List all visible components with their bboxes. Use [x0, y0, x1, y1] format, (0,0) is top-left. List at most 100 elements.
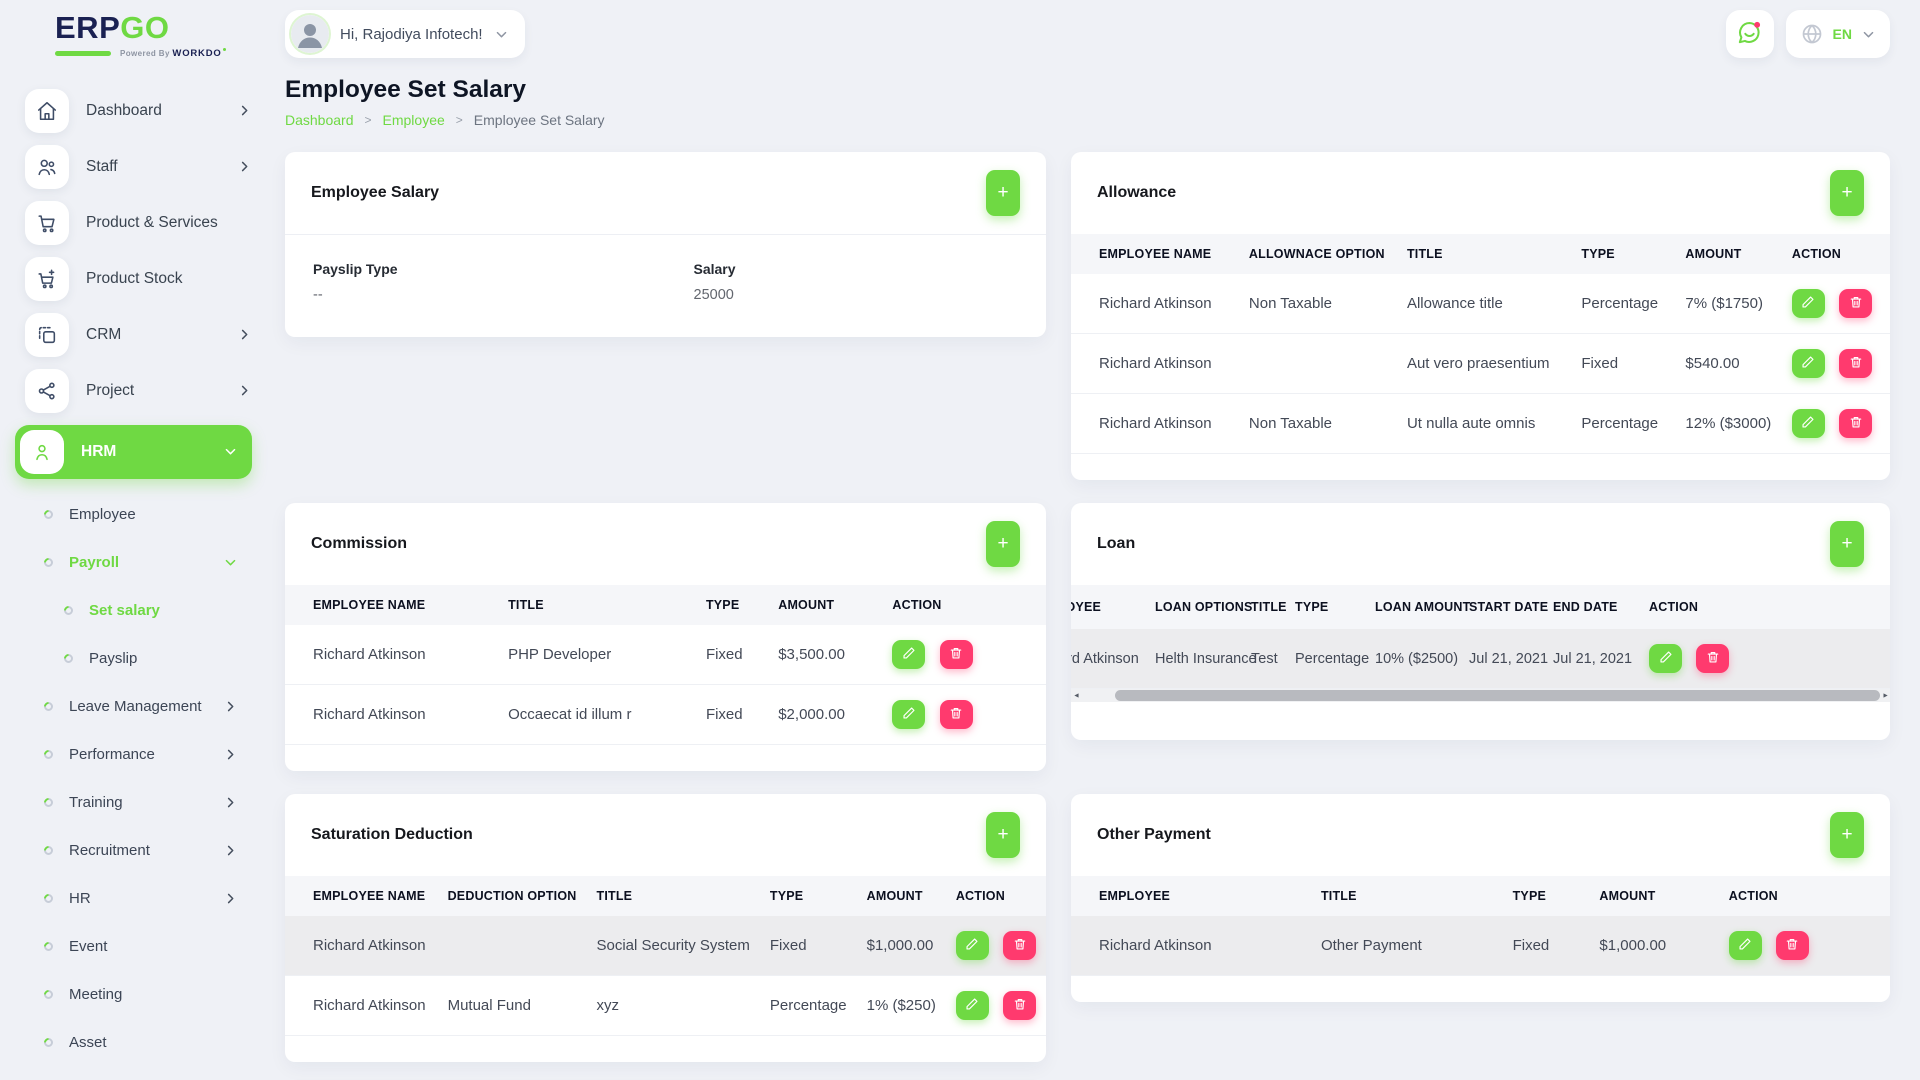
- sidebar-item-asset[interactable]: Asset: [0, 1019, 270, 1067]
- delete-button[interactable]: [1696, 644, 1729, 673]
- column-header: ACTION: [1644, 585, 1890, 629]
- loan-card: Loan + EMPLOYEELOAN OPTIONSTITLETYPELOAN…: [1071, 503, 1890, 740]
- edit-button[interactable]: [956, 991, 989, 1020]
- delete-button[interactable]: [940, 640, 973, 669]
- sidebar-item-payslip[interactable]: Payslip: [0, 635, 270, 683]
- breadcrumb-link-employee[interactable]: Employee: [383, 112, 445, 128]
- sidebar-item-employee[interactable]: Employee: [0, 491, 270, 539]
- column-header: AMOUNT: [1589, 876, 1718, 916]
- sidebar-item-payroll[interactable]: Payroll: [0, 539, 270, 587]
- edit-button[interactable]: [1792, 289, 1825, 318]
- main-content: Hi, Rajodiya Infotech! EN Employee Set S…: [270, 0, 1920, 1080]
- crm-icon: [25, 313, 69, 357]
- add-button[interactable]: +: [986, 812, 1020, 858]
- column-header: TYPE: [1503, 876, 1590, 916]
- sidebar-item-hrm[interactable]: HRM: [15, 425, 252, 479]
- chevron-down-icon: [494, 27, 509, 42]
- brand-dot: [223, 48, 226, 51]
- language-code: EN: [1833, 26, 1852, 42]
- chat-icon: [1736, 19, 1763, 49]
- pencil-icon: [1801, 295, 1815, 312]
- row-actions: [946, 976, 1046, 1036]
- sidebar-item-staff[interactable]: Staff: [25, 145, 252, 189]
- plus-icon: +: [1841, 824, 1852, 846]
- delete-button[interactable]: [940, 700, 973, 729]
- delete-button[interactable]: [1003, 991, 1036, 1020]
- scrollbar-thumb[interactable]: [1115, 690, 1880, 701]
- bullet-icon: [42, 1036, 55, 1049]
- row-actions: [1719, 916, 1890, 976]
- column-header: LOAN AMOUNT: [1370, 585, 1464, 629]
- add-button[interactable]: +: [1830, 521, 1864, 567]
- edit-button[interactable]: [892, 700, 925, 729]
- add-button[interactable]: +: [1830, 170, 1864, 216]
- add-button[interactable]: +: [986, 521, 1020, 567]
- delete-button[interactable]: [1776, 931, 1809, 960]
- edit-button[interactable]: [1729, 931, 1762, 960]
- sidebar-item-crm[interactable]: CRM: [25, 313, 252, 357]
- plus-icon: +: [997, 533, 1008, 555]
- sidebar-item-project[interactable]: Project: [25, 369, 252, 413]
- pencil-icon: [965, 937, 979, 954]
- sidebar-nav: Dashboard Staff Product & Services Produ…: [0, 89, 270, 1067]
- messenger-button[interactable]: [1726, 10, 1774, 58]
- pencil-icon: [1801, 355, 1815, 372]
- edit-button[interactable]: [1792, 349, 1825, 378]
- column-header: DEDUCTION OPTION: [438, 876, 587, 916]
- sidebar-item-recruitment[interactable]: Recruitment: [0, 827, 270, 875]
- cards-grid: Employee Salary + Payslip Type -- Salary…: [285, 152, 1890, 1080]
- column-header: START DATE: [1464, 585, 1548, 629]
- user-menu[interactable]: Hi, Rajodiya Infotech!: [285, 10, 525, 58]
- employee-salary-card: Employee Salary + Payslip Type -- Salary…: [285, 152, 1046, 337]
- column-header: EMPLOYEE NAME: [285, 585, 498, 625]
- brand-logo[interactable]: ERPGO Powered By WORKDO: [0, 12, 270, 59]
- delete-button[interactable]: [1839, 289, 1872, 318]
- sidebar-item-meeting[interactable]: Meeting: [0, 971, 270, 1019]
- language-selector[interactable]: EN: [1786, 10, 1890, 58]
- chevron-right-icon: [237, 383, 252, 398]
- add-button[interactable]: +: [986, 170, 1020, 216]
- column-header: EMPLOYEE: [1071, 876, 1311, 916]
- chevron-right-icon: [223, 891, 238, 906]
- sidebar-item-set-salary[interactable]: Set salary: [0, 587, 270, 635]
- brand-wordmark: ERPGO: [55, 12, 270, 45]
- pencil-icon: [1659, 650, 1673, 667]
- loan-data-table: EMPLOYEELOAN OPTIONSTITLETYPELOAN AMOUNT…: [1071, 585, 1890, 689]
- hrm-submenu: Employee Payroll Set salary Payslip Leav…: [0, 491, 270, 1067]
- trash-icon: [1849, 355, 1863, 372]
- sidebar-item-hr[interactable]: HR: [0, 875, 270, 923]
- breadcrumb-current: Employee Set Salary: [474, 112, 605, 128]
- row-actions: [882, 625, 1046, 685]
- edit-button[interactable]: [1649, 644, 1682, 673]
- column-header: AMOUNT: [1675, 234, 1781, 274]
- sidebar-item-dashboard[interactable]: Dashboard: [25, 89, 252, 133]
- trash-icon: [1706, 650, 1720, 667]
- users-icon: [25, 145, 69, 189]
- trash-icon: [1013, 937, 1027, 954]
- globe-icon: [1800, 22, 1824, 46]
- chevron-right-icon: [223, 843, 238, 858]
- sidebar-item-training[interactable]: Training: [0, 779, 270, 827]
- sidebar-item-leave-management[interactable]: Leave Management: [0, 683, 270, 731]
- delete-button[interactable]: [1839, 409, 1872, 438]
- edit-button[interactable]: [1792, 409, 1825, 438]
- sidebar-item-product-services[interactable]: Product & Services: [25, 201, 252, 245]
- commission-data-table: EMPLOYEE NAMETITLETYPEAMOUNTACTIONRichar…: [285, 585, 1046, 745]
- sidebar-item-event[interactable]: Event: [0, 923, 270, 971]
- horizontal-scrollbar[interactable]: [1071, 689, 1890, 702]
- cart-icon: [25, 201, 69, 245]
- table-row: Richard AtkinsonNon TaxableAllowance tit…: [1071, 274, 1890, 334]
- delete-button[interactable]: [1839, 349, 1872, 378]
- breadcrumb-link-dashboard[interactable]: Dashboard: [285, 112, 354, 128]
- pencil-icon: [902, 706, 916, 723]
- chevron-right-icon: [223, 699, 238, 714]
- edit-button[interactable]: [956, 931, 989, 960]
- column-header: EMPLOYEE NAME: [285, 876, 438, 916]
- sidebar-item-performance[interactable]: Performance: [0, 731, 270, 779]
- sidebar-item-product-stock[interactable]: Product Stock: [25, 257, 252, 301]
- column-header: EMPLOYEE NAME: [1071, 234, 1239, 274]
- add-button[interactable]: +: [1830, 812, 1864, 858]
- delete-button[interactable]: [1003, 931, 1036, 960]
- edit-button[interactable]: [892, 640, 925, 669]
- card-footer: [1071, 976, 1890, 1002]
